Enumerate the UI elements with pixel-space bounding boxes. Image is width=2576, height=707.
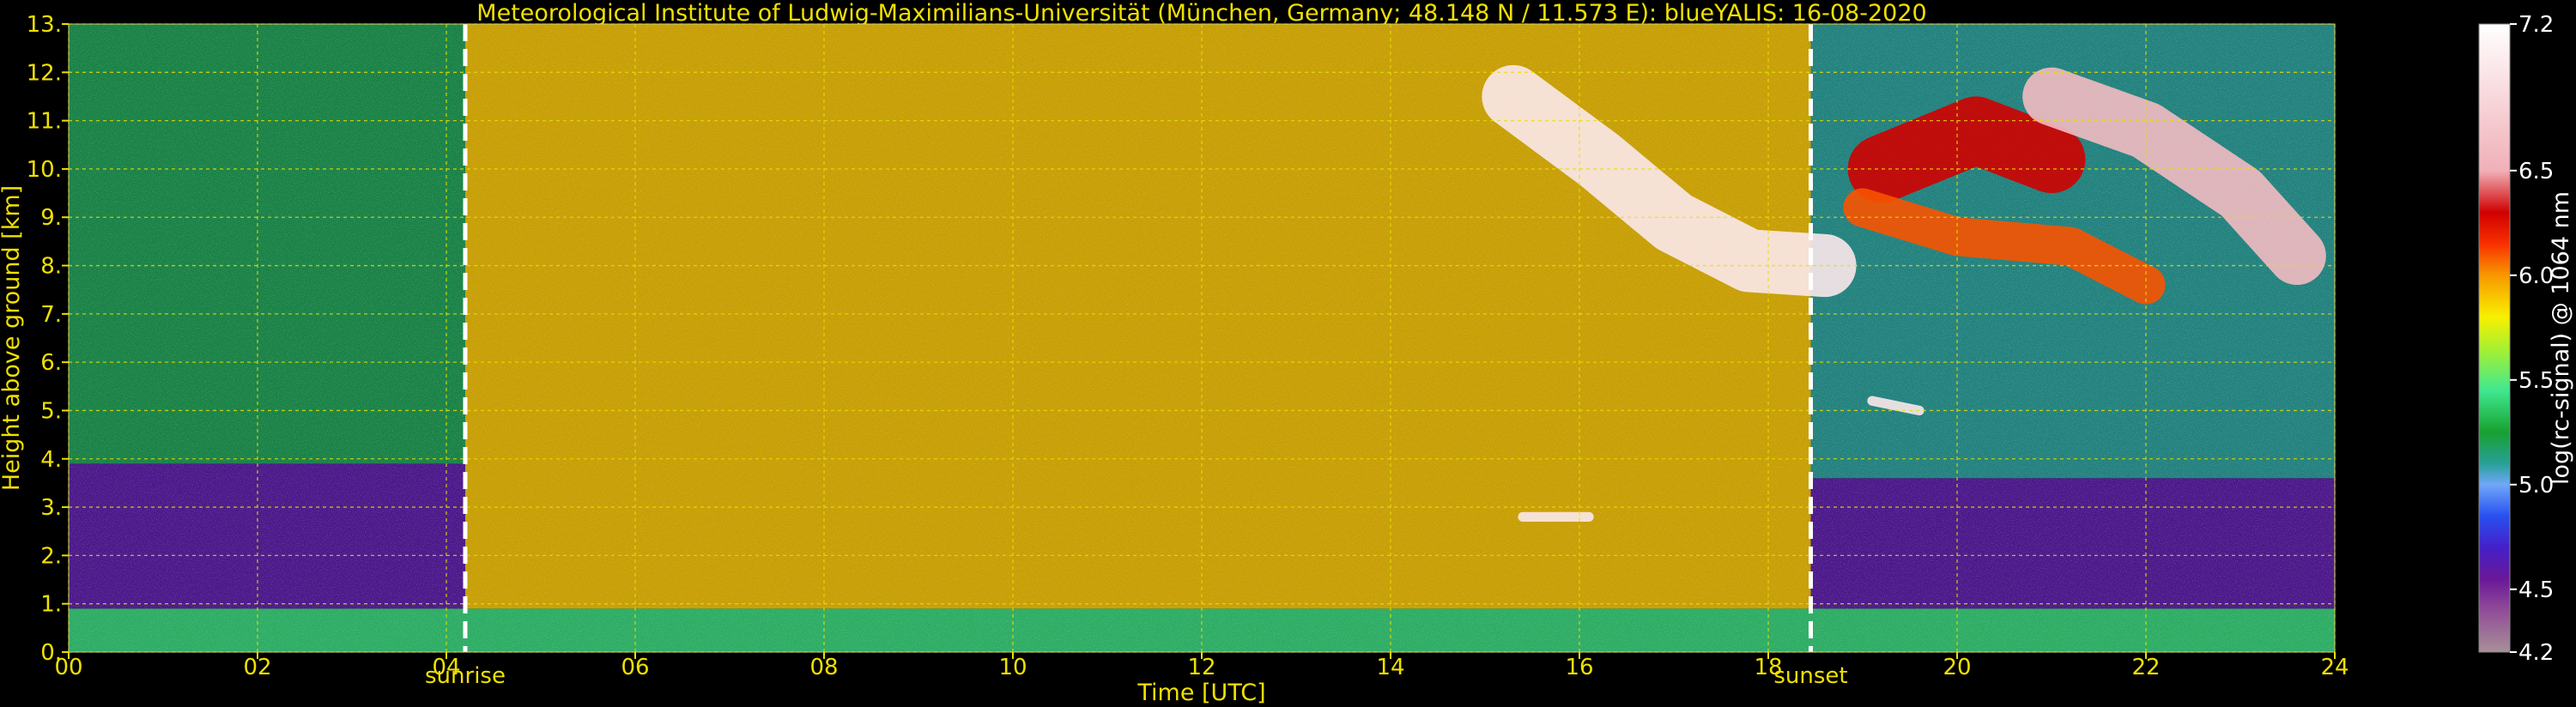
x-tick-label: 24 xyxy=(2320,655,2349,680)
cloud-cirrus-2 xyxy=(1847,96,2086,203)
x-tick-label: 18 xyxy=(1754,655,1782,680)
x-tick-label: 12 xyxy=(1187,655,1215,680)
y-tick-label: 3. xyxy=(40,495,62,521)
x-axis-ticks: 00 02 04 06 08 10 12 14 16 18 20 22 24 xyxy=(54,652,2349,680)
colorbar-tick-label: 4.5 xyxy=(2518,577,2554,603)
x-tick-label: 22 xyxy=(2131,655,2160,680)
y-axis-ticks: 0. 1. 2. 3. 4. 5. 6. 7. 8. 9. 10. 11. 12. 13. xyxy=(27,12,69,666)
y-tick-label: 5. xyxy=(40,398,62,424)
x-tick-label: 04 xyxy=(432,655,460,680)
colorbar-label: log(rc-signal) @ 1064 nm xyxy=(2548,191,2574,485)
colorbar-bar xyxy=(2478,23,2511,653)
colorbar: 4.24.55.05.56.06.57.2 log(rc-signal) @ 1… xyxy=(2478,12,2574,666)
x-axis-label: Time [UTC] xyxy=(1136,680,1265,706)
plot-area: sunrise sunset xyxy=(68,23,2336,689)
x-tick-label: 16 xyxy=(1565,655,1593,680)
colorbar-tick-label: 6.5 xyxy=(2518,159,2554,184)
y-tick-label: 9. xyxy=(40,205,62,231)
colorbar-tick-label: 4.2 xyxy=(2518,640,2554,666)
sunset-label: sunset xyxy=(1773,663,1847,689)
x-tick-label: 08 xyxy=(809,655,838,680)
y-tick-label: 7. xyxy=(40,302,62,328)
y-tick-label: 8. xyxy=(40,254,62,280)
y-tick-label: 2. xyxy=(40,543,62,569)
x-tick-label: 14 xyxy=(1376,655,1404,680)
chart-title: Meteorological Institute of Ludwig-Maxim… xyxy=(476,0,1926,27)
lidar-figure: Meteorological Institute of Ludwig-Maxim… xyxy=(0,0,2574,706)
x-tick-label: 20 xyxy=(1943,655,1971,680)
y-tick-label: 12. xyxy=(27,60,62,86)
colorbar-tick-label: 7.2 xyxy=(2518,12,2554,38)
x-tick-label: 02 xyxy=(243,655,271,680)
y-tick-label: 13. xyxy=(27,12,62,38)
y-tick-label: 0. xyxy=(40,640,62,666)
y-axis-label: Height above ground [km] xyxy=(0,185,25,491)
y-tick-label: 1. xyxy=(40,592,62,618)
y-tick-label: 4. xyxy=(40,447,62,473)
y-tick-label: 6. xyxy=(40,350,62,376)
y-tick-label: 10. xyxy=(27,157,62,183)
x-tick-label: 06 xyxy=(621,655,649,680)
x-tick-label: 10 xyxy=(998,655,1027,680)
y-tick-label: 11. xyxy=(27,109,62,135)
